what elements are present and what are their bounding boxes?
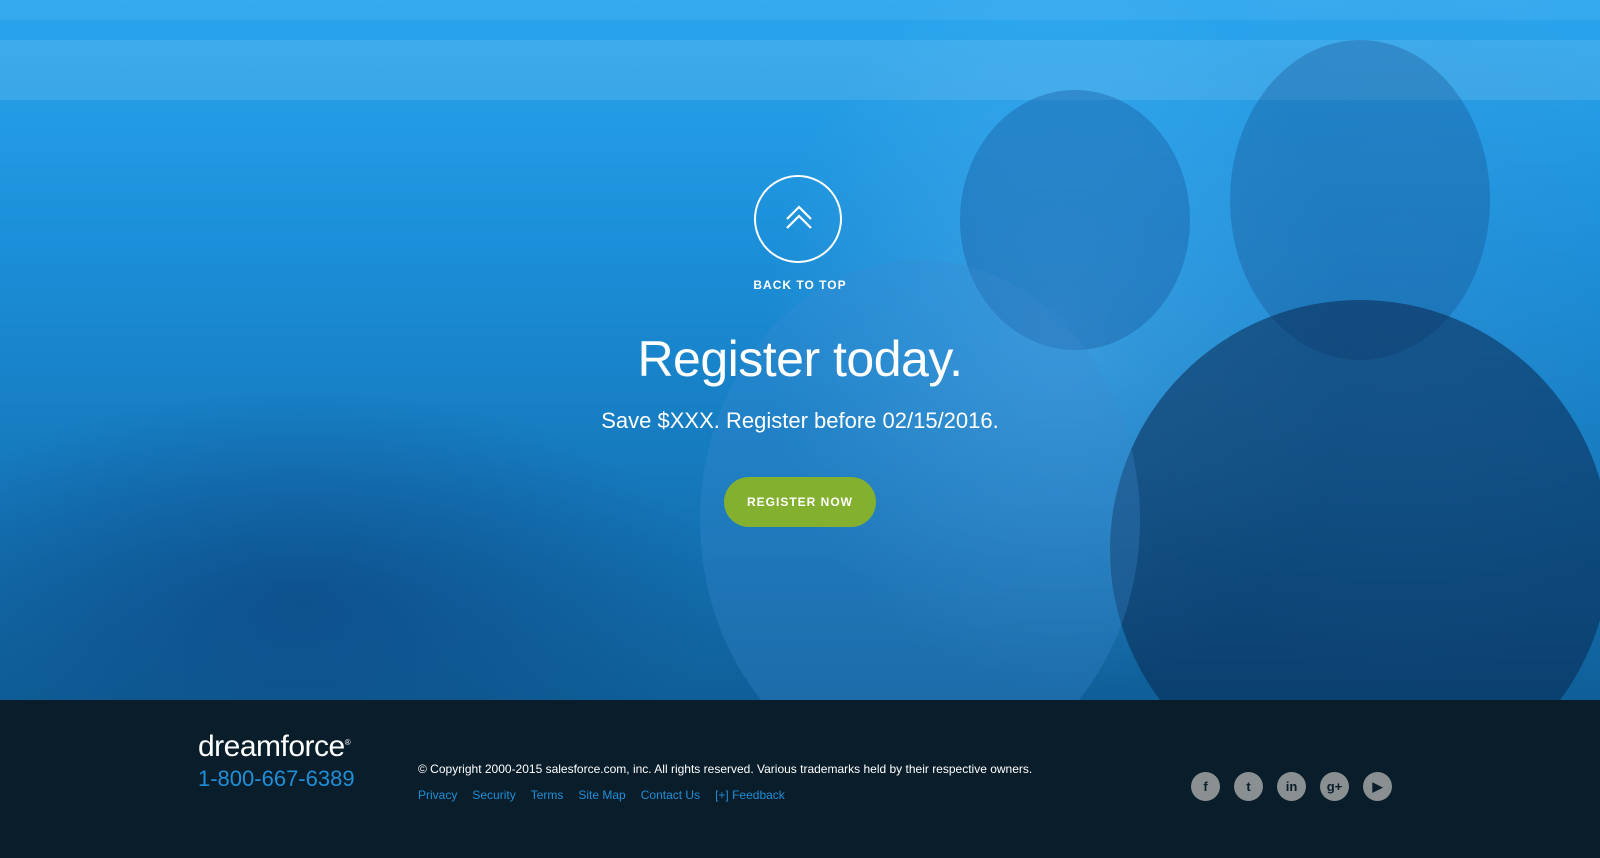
site-map-link[interactable]: Site Map	[578, 788, 625, 802]
registration-deadline-text: Save $XXX. Register before 02/15/2016.	[601, 408, 999, 433]
dreamforce-logo[interactable]: dreamforce®	[198, 730, 351, 764]
twitter-icon[interactable]: t	[1234, 772, 1263, 801]
phone-number[interactable]: 1-800-667-6389	[198, 766, 355, 792]
google-plus-icon[interactable]: g+	[1320, 772, 1349, 801]
linkedin-icon[interactable]: in	[1277, 772, 1306, 801]
logo-registered-mark: ®	[344, 738, 351, 747]
youtube-icon[interactable]: ▶	[1363, 772, 1392, 801]
social-icons: f t in g+ ▶	[1191, 772, 1392, 801]
security-link[interactable]: Security	[472, 788, 515, 802]
feedback-link[interactable]: [+] Feedback	[715, 788, 785, 802]
footer: dreamforce® 1-800-667-6389 © Copyright 2…	[0, 700, 1600, 858]
back-to-top-button[interactable]	[754, 175, 842, 263]
terms-link[interactable]: Terms	[531, 788, 564, 802]
privacy-link[interactable]: Privacy	[418, 788, 457, 802]
back-to-top-label[interactable]: BACK TO TOP	[700, 278, 900, 292]
page-title: Register today.	[637, 331, 963, 387]
copyright-text: © Copyright 2000-2015 salesforce.com, in…	[418, 762, 1033, 776]
facebook-icon[interactable]: f	[1191, 772, 1220, 801]
double-chevron-up-icon	[786, 205, 812, 229]
logo-text: dreamforce	[198, 730, 345, 763]
footer-links: Privacy Security Terms Site Map Contact …	[418, 788, 785, 802]
register-now-button[interactable]: REGISTER NOW	[724, 477, 876, 527]
contact-us-link[interactable]: Contact Us	[641, 788, 700, 802]
